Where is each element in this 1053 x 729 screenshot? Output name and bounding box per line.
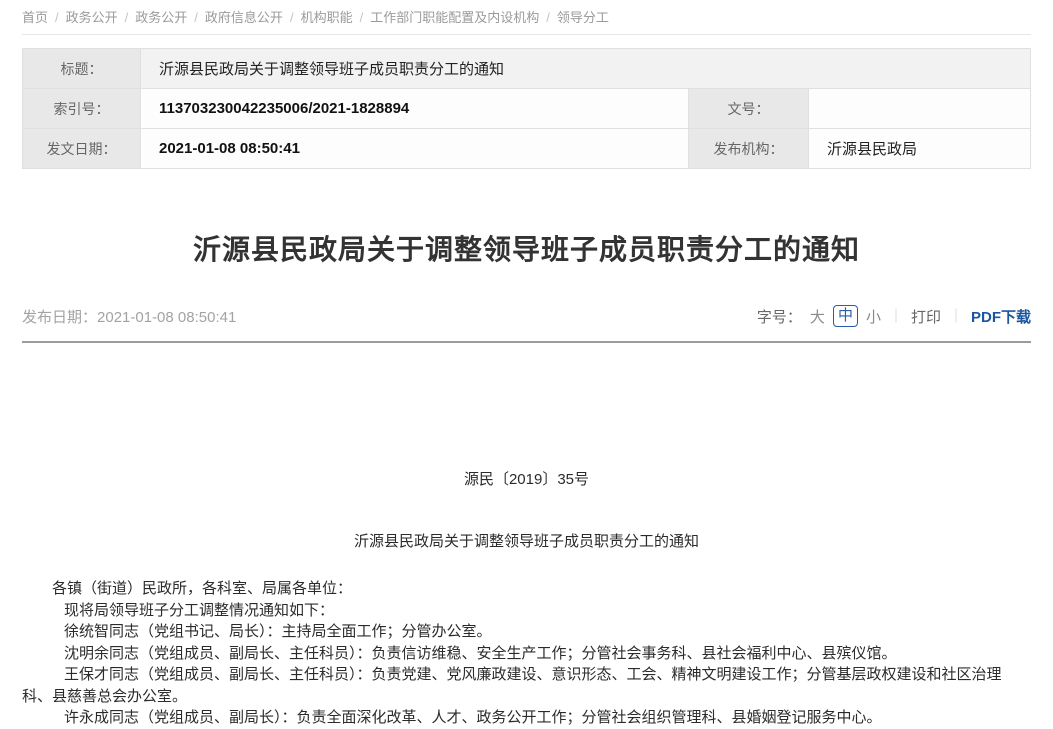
article-toolbar: 字号： 大 中 小 ｜ 打印 ｜ PDF下载 <box>757 305 1031 327</box>
breadcrumb-item-dept-config[interactable]: 工作部门职能配置及内设机构 <box>370 10 539 25</box>
font-size-label: 字号： <box>757 306 802 327</box>
table-row-title: 标题： 沂源县民政局关于调整领导班子成员职责分工的通知 <box>23 49 1031 89</box>
breadcrumb: 首页 / 政务公开 / 政务公开 / 政府信息公开 / 机构职能 / 工作部门职能配置及内设机构 / 领… <box>22 0 1031 27</box>
issue-date-value-cell: 2021-01-08 08:50:41 <box>141 129 689 169</box>
breadcrumb-separator: / <box>290 10 294 25</box>
breadcrumb-separator: / <box>546 10 550 25</box>
table-row-date: 发文日期： 2021-01-08 08:50:41 发布机构： 沂源县民政局 <box>23 129 1031 169</box>
paragraph: 王保才同志（党组成员、副局长、主任科员）：负责党建、党风廉政建设、意识形态、工会… <box>22 664 1031 707</box>
doc-number: 源民〔2019〕35号 <box>22 469 1031 491</box>
breadcrumb-separator: / <box>194 10 198 25</box>
issue-date-label-cell: 发文日期： <box>23 129 141 169</box>
paragraph: 徐统智同志（党组书记、局长）：主持局全面工作；分管办公室。 <box>22 621 1031 643</box>
document-info-table: 标题： 沂源县民政局关于调整领导班子成员职责分工的通知 索引号： 1137032… <box>22 48 1031 169</box>
paragraph: 沈明余同志（党组成员、副局长、主任科员）：负责信访维稳、安全生产工作；分管社会事… <box>22 643 1031 665</box>
title-label-cell: 标题： <box>23 49 141 89</box>
doc-no-label-cell: 文号： <box>688 89 808 129</box>
page: 首页 / 政务公开 / 政务公开 / 政府信息公开 / 机构职能 / 工作部门职能配置及内设机构 / 领… <box>0 0 1053 729</box>
breadcrumb-separator: / <box>125 10 129 25</box>
page-title: 沂源县民政局关于调整领导班子成员职责分工的通知 <box>22 233 1031 267</box>
font-size-large-button[interactable]: 大 <box>810 306 825 327</box>
article-body: 源民〔2019〕35号 沂源县民政局关于调整领导班子成员职责分工的通知 各镇（街… <box>22 469 1031 729</box>
index-value-cell: 113703230042235006/2021-1828894 <box>141 89 689 129</box>
title-divider <box>22 341 1031 343</box>
print-button[interactable]: 打印 <box>911 306 941 327</box>
breadcrumb-item-zhengwu-1[interactable]: 政务公开 <box>66 10 118 25</box>
publish-date-label: 发布日期： <box>22 309 97 326</box>
article-meta-bar: 发布日期：2021-01-08 08:50:41 字号： 大 中 小 ｜ 打印 … <box>22 303 1031 329</box>
breadcrumb-item-zhengwu-2[interactable]: 政务公开 <box>135 10 187 25</box>
toolbar-divider: ｜ <box>949 306 963 326</box>
title-value-cell: 沂源县民政局关于调整领导班子成员职责分工的通知 <box>141 49 1031 89</box>
paragraph-salutation: 各镇（街道）民政所，各科室、局属各单位： <box>22 578 1031 600</box>
breadcrumb-item-home[interactable]: 首页 <box>22 10 48 25</box>
doc-title: 沂源县民政局关于调整领导班子成员职责分工的通知 <box>22 531 1031 553</box>
paragraph: 许永成同志（党组成员、副局长）：负责全面深化改革、人才、政务公开工作；分管社会组… <box>22 707 1031 729</box>
breadcrumb-separator: / <box>360 10 364 25</box>
table-row-index: 索引号： 113703230042235006/2021-1828894 文号： <box>23 89 1031 129</box>
breadcrumb-item-org-functions[interactable]: 机构职能 <box>301 10 353 25</box>
toolbar-divider: ｜ <box>889 306 903 326</box>
breadcrumb-item-info-disclosure[interactable]: 政府信息公开 <box>205 10 283 25</box>
publish-date-value: 2021-01-08 08:50:41 <box>97 309 236 326</box>
doc-paragraphs: 各镇（街道）民政所，各科室、局属各单位： 现将局领导班子分工调整情况通知如下： … <box>22 578 1031 729</box>
paragraph: 现将局领导班子分工调整情况通知如下： <box>22 600 1031 622</box>
font-size-medium-button[interactable]: 中 <box>833 305 858 327</box>
publish-date: 发布日期：2021-01-08 08:50:41 <box>22 306 236 327</box>
pdf-download-button[interactable]: PDF下载 <box>971 306 1031 327</box>
breadcrumb-divider <box>22 34 1031 35</box>
breadcrumb-separator: / <box>55 10 59 25</box>
doc-no-value-cell <box>808 89 1030 129</box>
font-size-small-button[interactable]: 小 <box>866 306 881 327</box>
index-label-cell: 索引号： <box>23 89 141 129</box>
breadcrumb-item-leadership: 领导分工 <box>557 10 609 25</box>
agency-value-cell: 沂源县民政局 <box>808 129 1030 169</box>
agency-label-cell: 发布机构： <box>688 129 808 169</box>
